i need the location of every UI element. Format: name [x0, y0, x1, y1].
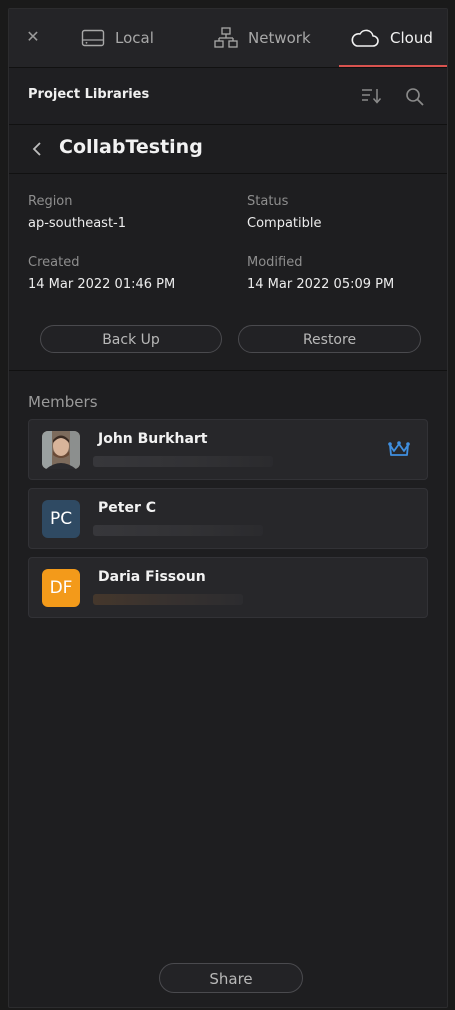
- drive-icon: [81, 29, 105, 47]
- chevron-left-icon[interactable]: [31, 141, 43, 157]
- modified-label: Modified: [247, 255, 303, 270]
- tab-local[interactable]: Local: [81, 9, 154, 67]
- crown-icon: [388, 441, 410, 456]
- panel-header: Project Libraries: [9, 68, 447, 125]
- avatar-initials: PC: [49, 509, 73, 529]
- tab-cloud-label: Cloud: [390, 29, 433, 47]
- member-row-daria-fissoun[interactable]: DF Daria Fissoun: [28, 557, 428, 618]
- status-label: Status: [247, 194, 289, 209]
- member-email-redacted: [93, 594, 243, 605]
- avatar: [42, 431, 80, 469]
- avatar: PC: [42, 500, 80, 538]
- member-name: Daria Fissoun: [98, 569, 206, 585]
- member-row-john-burkhart[interactable]: John Burkhart: [28, 419, 428, 480]
- member-email-redacted: [93, 456, 273, 467]
- share-button[interactable]: Share: [159, 963, 303, 993]
- breadcrumb: CollabTesting: [9, 125, 447, 174]
- tab-local-label: Local: [115, 29, 154, 47]
- page-title: Project Libraries: [28, 87, 150, 102]
- created-label: Created: [28, 255, 80, 270]
- sort-icon[interactable]: [361, 87, 383, 105]
- project-libraries-panel: ✕ Local Network Cloud Project Libraries …: [8, 8, 448, 1008]
- back-up-button[interactable]: Back Up: [40, 325, 222, 353]
- user-photo-icon: [42, 431, 80, 469]
- section-divider: [9, 370, 447, 371]
- member-row-peter-c[interactable]: PC Peter C: [28, 488, 428, 549]
- cloud-icon: [351, 29, 379, 47]
- region-label: Region: [28, 194, 73, 209]
- created-value: 14 Mar 2022 01:46 PM: [28, 277, 176, 292]
- search-icon[interactable]: [405, 87, 425, 107]
- modified-value: 14 Mar 2022 05:09 PM: [247, 277, 395, 292]
- library-title: CollabTesting: [59, 136, 203, 158]
- avatar: DF: [42, 569, 80, 607]
- members-heading: Members: [28, 393, 98, 411]
- tab-cloud[interactable]: Cloud: [350, 9, 433, 67]
- status-value: Compatible: [247, 216, 322, 231]
- location-tab-bar: ✕ Local Network Cloud: [9, 9, 447, 68]
- avatar-initials: DF: [49, 578, 73, 598]
- tab-network[interactable]: Network: [214, 9, 311, 67]
- close-icon[interactable]: ✕: [23, 27, 43, 47]
- active-tab-indicator: [339, 65, 447, 67]
- member-name: John Burkhart: [98, 431, 208, 447]
- tab-network-label: Network: [248, 29, 311, 47]
- member-name: Peter C: [98, 500, 156, 516]
- region-value: ap-southeast-1: [28, 216, 127, 231]
- network-icon: [214, 27, 238, 48]
- restore-button[interactable]: Restore: [238, 325, 421, 353]
- member-email-redacted: [93, 525, 263, 536]
